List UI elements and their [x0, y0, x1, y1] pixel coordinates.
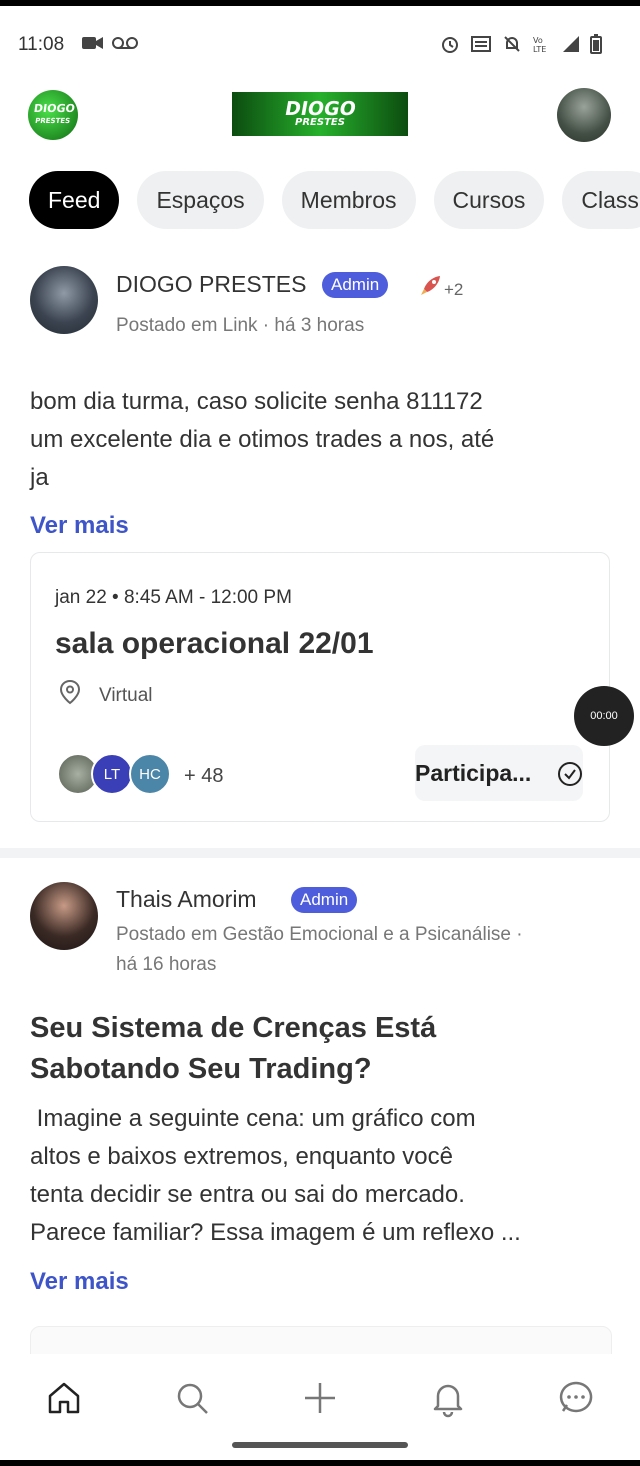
feed-divider — [0, 848, 640, 858]
post-author-name[interactable]: DIOGO PRESTES — [116, 271, 306, 298]
recording-timer[interactable]: 00:00 — [574, 686, 634, 746]
plus-icon[interactable] — [300, 1378, 340, 1418]
see-more-link[interactable]: Ver mais — [30, 1268, 129, 1296]
status-bar: 11:08 Vo LTE — [0, 6, 640, 76]
brand-banner[interactable]: DIOGO PRESTES — [232, 92, 408, 136]
reaction-count[interactable]: +2 — [444, 280, 463, 300]
post-meta: Postado em Link · há 3 horas — [116, 315, 365, 336]
alarm-icon — [442, 37, 458, 53]
app-screen: 11:08 Vo LTE DIOGO PRESTES DIOGO PRESTES F… — [0, 6, 640, 1460]
post-body: bom dia turma, caso solicite senha 81117… — [30, 388, 495, 491]
event-location: Virtual — [99, 685, 153, 706]
mute-icon — [504, 36, 520, 52]
attendee-count[interactable]: + 48 — [184, 765, 223, 788]
post-meta: Postado em Gestão Emocional e a Psicanál… — [116, 924, 523, 975]
post-author-name[interactable]: Thais Amorim — [116, 886, 257, 913]
attendee-avatar: HC — [129, 753, 171, 795]
voicemail-icon — [112, 37, 138, 49]
post-body: Imagine a seguinte cena: um gráfico com … — [30, 1105, 521, 1246]
tab-feed[interactable]: Feed — [29, 171, 120, 229]
video-call-icon — [82, 37, 103, 49]
svg-text:LTE: LTE — [533, 45, 546, 54]
admin-badge: Admin — [322, 272, 389, 298]
status-time: 11:08 — [18, 34, 65, 55]
event-card[interactable]: jan 22 • 8:45 AM - 12:00 PM sala operaci… — [30, 552, 610, 822]
tab-cursos[interactable]: Cursos — [433, 171, 545, 229]
location-pin-icon — [59, 679, 81, 705]
rsvp-label: Participa... — [415, 760, 532, 786]
rsvp-button[interactable]: Participa... — [415, 745, 583, 801]
tab-class[interactable]: Class — [562, 171, 640, 229]
tab-bar: Feed Espaços Membros Cursos Class — [29, 171, 640, 229]
cast-icon — [471, 36, 491, 52]
attendee-avatar: LT — [91, 753, 133, 795]
banner-title: DIOGO — [282, 98, 358, 120]
rocket-icon — [421, 276, 440, 295]
search-icon[interactable] — [172, 1378, 212, 1418]
profile-avatar[interactable] — [557, 88, 611, 142]
volte-icon: VoLTE — [533, 36, 546, 54]
signal-icon — [563, 36, 579, 52]
tab-espacos[interactable]: Espaços — [137, 171, 264, 229]
tab-membros[interactable]: Membros — [281, 171, 416, 229]
home-icon[interactable] — [44, 1378, 84, 1418]
battery-icon — [590, 34, 602, 54]
event-title[interactable]: sala operacional 22/01 — [55, 627, 374, 661]
bell-icon[interactable] — [428, 1378, 468, 1418]
event-date: jan 22 • 8:45 AM - 12:00 PM — [55, 587, 292, 608]
chat-icon[interactable] — [556, 1378, 596, 1418]
check-circle-icon — [558, 762, 582, 786]
home-indicator[interactable] — [232, 1442, 408, 1448]
community-logo[interactable]: DIOGO PRESTES — [28, 90, 78, 140]
post-title[interactable]: Seu Sistema de Crenças Está Sabotando Se… — [30, 1008, 590, 1090]
admin-badge: Admin — [291, 887, 358, 913]
see-more-link[interactable]: Ver mais — [30, 512, 129, 540]
post-author-avatar[interactable] — [30, 266, 98, 334]
svg-text:Vo: Vo — [533, 36, 543, 45]
post-author-avatar[interactable] — [30, 882, 98, 950]
